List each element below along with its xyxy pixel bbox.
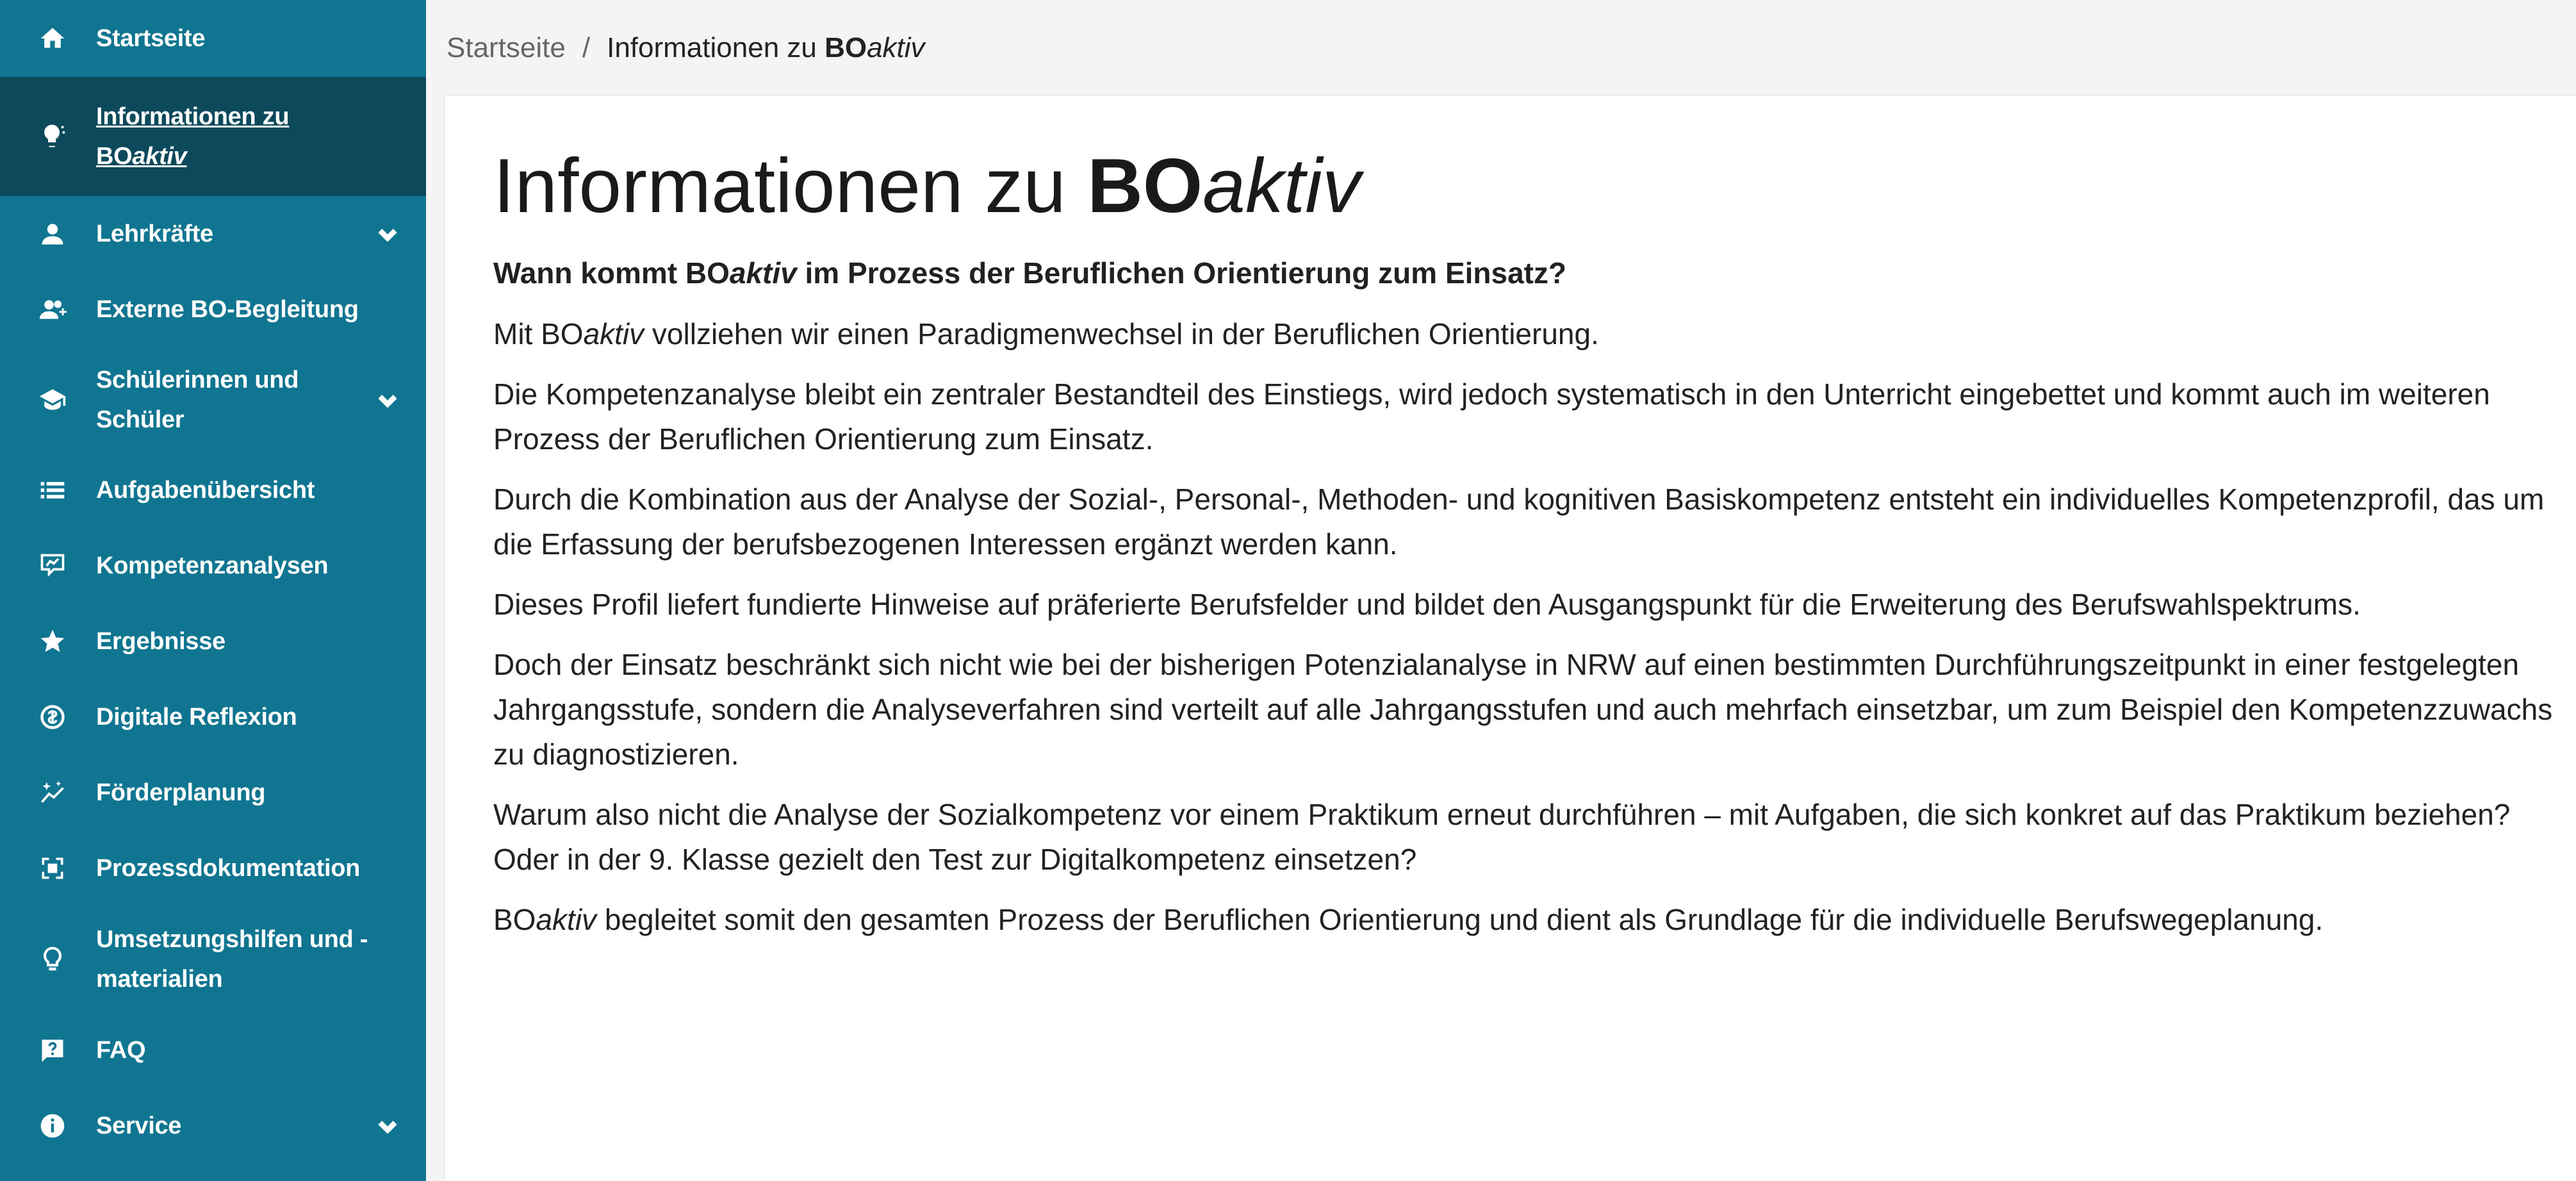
sidebar-item-faq[interactable]: FAQ (0, 1012, 426, 1088)
paragraph-1-aktiv: aktiv (583, 317, 644, 351)
chevron-down-icon[interactable] (375, 221, 400, 247)
document-scan-icon (38, 854, 96, 882)
home-icon (38, 24, 96, 53)
chevron-down-icon[interactable] (375, 387, 400, 413)
info-icon (38, 1112, 96, 1140)
sidebar-item-label-line2: Schüler (96, 406, 185, 433)
sidebar-item-label: Ergebnisse (96, 628, 226, 655)
sidebar-item-foerderplanung[interactable]: Förderplanung (0, 755, 426, 830)
sidebar-item-ergebnisse[interactable]: Ergebnisse (0, 604, 426, 679)
list-icon (38, 476, 96, 504)
paragraph-6: Warum also nicht die Analyse der Sozialk… (493, 798, 2511, 876)
bulb-outline-icon (38, 945, 96, 973)
sidebar-item-label: Service (96, 1112, 182, 1139)
lightbulb-icon (38, 122, 96, 151)
breadcrumb-current-prefix: Informationen zu (607, 32, 825, 63)
sidebar-item-umsetzungshilfen[interactable]: Umsetzungshilfen und - materialien (0, 906, 426, 1012)
content-card: Informationen zu BOaktiv Wann kommt BOak… (445, 96, 2576, 1181)
paragraph-5: Doch der Einsatz beschränkt sich nicht w… (493, 648, 2553, 771)
page-title: Informationen zu BOaktiv (493, 141, 2576, 231)
paragraph-2: Die Kompetenzanalyse bleibt ein zentrale… (493, 377, 2490, 456)
sidebar-item-lehrkraefte[interactable]: Lehrkräfte (0, 196, 426, 272)
section-heading-suffix: im Prozess der Beruflichen Orientierung … (796, 256, 1567, 290)
paragraph-1-suffix: vollziehen wir einen Paradigmenwechsel i… (644, 317, 1599, 351)
sidebar-item-label: Schülerinnen und Schüler (96, 360, 375, 440)
sidebar-item-label: Digitale Reflexion (96, 704, 297, 731)
sidebar-item-label: FAQ (96, 1037, 146, 1064)
paragraph-4: Dieses Profil liefert fundierte Hinweise… (493, 588, 2361, 621)
person-icon (38, 220, 96, 248)
analysis-icon (38, 552, 96, 580)
sidebar-item-prozessdokumentation[interactable]: Prozessdokumentation (0, 830, 426, 906)
paragraph-7: BOaktiv begleitet somit den gesamten Pro… (493, 897, 2569, 942)
graduation-cap-icon (38, 386, 96, 414)
sidebar-item-label: Kompetenzanalysen (96, 552, 329, 579)
chevron-down-icon[interactable] (375, 1113, 400, 1139)
sidebar-item-kompetenzanalysen[interactable]: Kompetenzanalysen (0, 528, 426, 604)
star-icon (38, 627, 96, 656)
breadcrumb-current-bo: BO (824, 32, 867, 63)
breadcrumb-current: Informationen zu BOaktiv (607, 32, 924, 64)
app-root: Startseite Informationen zu BOaktiv Lehr… (0, 0, 2576, 1181)
sidebar-item-label-line1: Informationen zu (96, 103, 290, 130)
sidebar-item-externe-bo-begleitung[interactable]: Externe BO-Begleitung (0, 272, 426, 347)
section-heading-aktiv: aktiv (729, 256, 797, 290)
main-content: Startseite / Informationen zu BOaktiv In… (426, 0, 2576, 1181)
paragraph-3: Durch die Kombination aus der Analyse de… (493, 483, 2545, 561)
breadcrumb-current-aktiv: aktiv (867, 32, 925, 63)
sidebar-item-digitale-reflexion[interactable]: Digitale Reflexion (0, 679, 426, 755)
paragraph-7-prefix: BO (493, 903, 536, 936)
sidebar-item-label-line1: Schülerinnen und (96, 367, 299, 393)
breadcrumb-home-link[interactable]: Startseite (447, 32, 566, 64)
paragraph-1: Mit BOaktiv vollziehen wir einen Paradig… (493, 311, 2569, 356)
sparkle-chart-icon (38, 779, 96, 807)
sidebar-item-label-bo: BO (96, 143, 133, 170)
sidebar: Startseite Informationen zu BOaktiv Lehr… (0, 0, 426, 1181)
sidebar-item-label-line1: Umsetzungshilfen und - (96, 926, 368, 953)
sidebar-item-label: Startseite (96, 25, 206, 52)
paragraph-1-prefix: Mit BO (493, 317, 584, 351)
breadcrumb-separator: / (582, 32, 591, 63)
sidebar-item-label-line2: materialien (96, 966, 223, 993)
faq-icon (38, 1036, 96, 1064)
sidebar-item-startseite[interactable]: Startseite (0, 0, 426, 77)
breadcrumb: Startseite / Informationen zu BOaktiv (426, 0, 2576, 96)
sidebar-item-label: Informationen zu BOaktiv (96, 97, 400, 176)
sidebar-item-label: Lehrkräfte (96, 220, 213, 247)
sidebar-item-label: Umsetzungshilfen und - materialien (96, 920, 400, 999)
page-title-prefix: Informationen zu (493, 143, 1088, 229)
person-add-icon (38, 295, 96, 324)
paragraph-7-suffix: begleitet somit den gesamten Prozess der… (596, 903, 2324, 936)
sidebar-item-label-aktiv: aktiv (132, 143, 187, 170)
section-heading: Wann kommt BOaktiv im Prozess der Berufl… (493, 254, 2576, 292)
page-title-bo: BO (1087, 143, 1203, 229)
sidebar-item-label: Förderplanung (96, 779, 266, 806)
reflection-icon (38, 703, 96, 731)
sidebar-item-label: Aufgabenübersicht (96, 477, 315, 504)
sidebar-item-label: Prozessdokumentation (96, 855, 361, 882)
sidebar-item-service[interactable]: Service (0, 1088, 426, 1164)
sidebar-item-schuelerinnen[interactable]: Schülerinnen und Schüler (0, 347, 426, 452)
sidebar-item-informationen[interactable]: Informationen zu BOaktiv (0, 77, 426, 196)
sidebar-item-label: Externe BO-Begleitung (96, 296, 359, 323)
section-heading-prefix: Wann kommt BO (493, 256, 730, 290)
paragraph-7-aktiv: aktiv (536, 903, 597, 936)
sidebar-item-aufgabenuebersicht[interactable]: Aufgabenübersicht (0, 452, 426, 528)
page-title-aktiv: aktiv (1202, 143, 1361, 229)
